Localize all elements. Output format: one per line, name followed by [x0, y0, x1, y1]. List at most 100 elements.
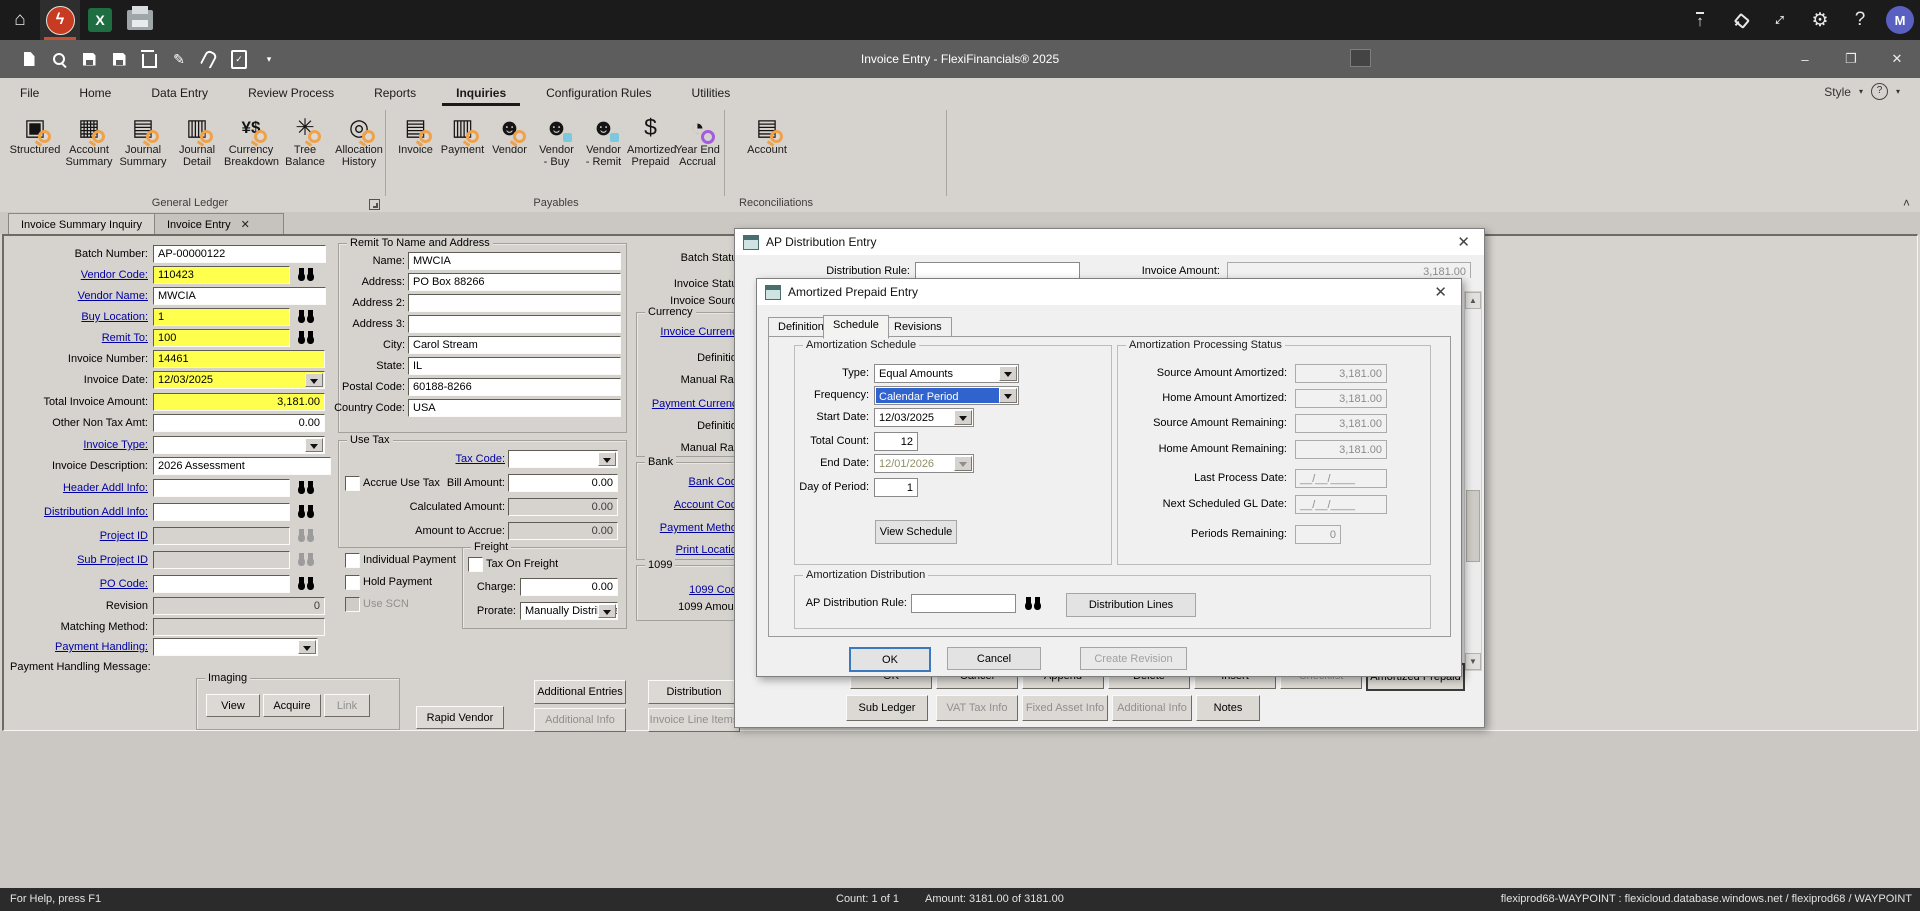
account-code-label[interactable]: Account Code: — [636, 499, 746, 512]
total-count-field[interactable]: 12 — [874, 432, 918, 451]
user-avatar[interactable]: M — [1880, 0, 1920, 40]
po-code-label[interactable]: PO Code: — [2, 578, 148, 591]
payment-currency-label[interactable]: Payment Currency: — [636, 398, 746, 411]
menu-file[interactable]: File — [6, 81, 53, 106]
dropdown-arrow[interactable] — [954, 410, 972, 425]
vendor-name-field[interactable]: MWCIA — [153, 287, 326, 305]
header-addl-info-lookup-icon[interactable] — [298, 481, 315, 494]
tab-revisions[interactable]: Revisions — [884, 317, 952, 336]
ribbon-payment[interactable]: ▥Payment — [439, 108, 486, 196]
batch-number-field[interactable]: AP-00000122 — [153, 245, 326, 263]
po-code-field[interactable] — [153, 575, 290, 593]
country-code-field[interactable]: USA — [408, 399, 621, 417]
ribbon-structured[interactable]: ▣Structured — [8, 108, 62, 196]
tax-code-label[interactable]: Tax Code: — [400, 453, 505, 466]
dropdown-arrow[interactable] — [999, 388, 1017, 403]
type-field[interactable]: Equal Amounts — [874, 364, 1019, 383]
distribution-rule-field[interactable] — [915, 262, 1080, 278]
rapid-vendor-button[interactable]: Rapid Vendor — [416, 706, 504, 729]
dropdown-arrow[interactable] — [305, 373, 323, 387]
menu-inquiries[interactable]: Inquiries — [442, 81, 520, 106]
accrue-use-tax-checkbox[interactable] — [345, 476, 360, 491]
invoice-description-field[interactable]: 2026 Assessment — [153, 457, 331, 475]
save-icon[interactable] — [77, 47, 101, 71]
tax-code-field[interactable] — [508, 450, 618, 468]
home-icon[interactable]: ⌂ — [0, 0, 40, 40]
tax-on-freight-checkbox[interactable] — [468, 557, 483, 572]
scroll-down-icon[interactable]: ▼ — [1465, 653, 1481, 670]
ribbon-amortized-prepaid[interactable]: $AmortizedPrepaid — [627, 108, 674, 196]
invoice-number-field[interactable]: 14461 — [153, 350, 325, 368]
taskbar-item-excel[interactable]: X — [80, 0, 120, 40]
taskbar-item-printer[interactable] — [120, 0, 160, 40]
payment-handling-field[interactable] — [153, 638, 318, 656]
ribbon-allocation-history[interactable]: ◎AllocationHistory — [332, 108, 386, 196]
buy-location-label[interactable]: Buy Location: — [2, 311, 148, 324]
payment-handling-label[interactable]: Payment Handling: — [2, 641, 148, 654]
sub-ledger-button[interactable]: Sub Ledger — [846, 695, 928, 721]
dropdown-arrow[interactable] — [598, 452, 616, 466]
scrollbar-thumb[interactable] — [1466, 490, 1480, 562]
tab-invoice-entry[interactable]: Invoice Entry✕ — [154, 213, 284, 235]
dropdown-arrow[interactable] — [598, 604, 616, 618]
code-1099-label[interactable]: 1099 Code: — [636, 584, 746, 597]
other-non-tax-amt-field[interactable]: 0.00 — [153, 414, 325, 432]
menu-home[interactable]: Home — [65, 81, 125, 106]
bank-code-label[interactable]: Bank Code: — [636, 476, 746, 489]
search-icon[interactable] — [47, 47, 71, 71]
ribbon-currency-breakdown[interactable]: ¥$CurrencyBreakdown — [224, 108, 278, 196]
header-addl-info-field[interactable] — [153, 479, 290, 497]
notes-button[interactable]: Notes — [1196, 695, 1260, 721]
payment-method-label[interactable]: Payment Method: — [636, 522, 746, 535]
taskbar-item-flexifinancials[interactable]: ϟ — [40, 0, 80, 40]
remit-to-lookup-icon[interactable] — [298, 331, 315, 344]
cancel-button[interactable]: Cancel — [947, 647, 1041, 670]
buy-location-field[interactable]: 1 — [153, 308, 290, 326]
ribbon-account[interactable]: ▤Account — [740, 108, 794, 196]
name-field[interactable]: MWCIA — [408, 252, 621, 270]
amort-dialog-titlebar[interactable]: Amortized Prepaid Entry ✕ — [757, 279, 1461, 305]
dropdown-arrow[interactable] — [305, 438, 323, 452]
minimize-button[interactable]: – — [1782, 40, 1828, 78]
postal-code-field[interactable]: 60188-8266 — [408, 378, 621, 396]
header-addl-info-label[interactable]: Header Addl Info: — [2, 482, 148, 495]
vendor-name-label[interactable]: Vendor Name: — [2, 290, 148, 303]
vendor-code-field[interactable]: 110423 — [153, 266, 290, 284]
unpin-icon[interactable] — [1720, 0, 1760, 40]
address-field[interactable]: PO Box 88266 — [408, 273, 621, 291]
invoice-currency-label[interactable]: Invoice Currency: — [636, 326, 746, 339]
ribbon-collapse-icon[interactable]: ˄ — [1903, 196, 1910, 210]
group-dialog-launcher-icon[interactable] — [369, 199, 380, 210]
help-circle-icon[interactable]: ? — [1871, 83, 1888, 100]
ribbon-tree-balance[interactable]: ✳TreeBalance — [278, 108, 332, 196]
charge-field[interactable]: 0.00 — [520, 578, 618, 596]
ribbon-journal-summary[interactable]: ▤JournalSummary — [116, 108, 170, 196]
imaging-view-button[interactable]: View — [206, 694, 260, 717]
menu-review-process[interactable]: Review Process — [234, 81, 348, 106]
distribution-addl-info-lookup-icon[interactable] — [298, 505, 315, 518]
ribbon-journal-detail[interactable]: ▥JournalDetail — [170, 108, 224, 196]
settings-gear-icon[interactable]: ⚙ — [1800, 0, 1840, 40]
ribbon-year-end-accrual[interactable]: ◔Year EndAccrual — [674, 108, 721, 196]
print-location-label[interactable]: Print Location: — [636, 544, 746, 557]
ap-dialog-close-icon[interactable]: ✕ — [1451, 233, 1476, 251]
distribution-lines-button[interactable]: Distribution Lines — [1066, 593, 1196, 617]
distribution-addl-info-field[interactable] — [153, 503, 290, 521]
qat-dropdown-icon[interactable]: ▾ — [257, 47, 281, 71]
edit-icon[interactable]: ✎ — [167, 47, 191, 71]
menu-configuration-rules[interactable]: Configuration Rules — [532, 81, 665, 106]
ribbon-vendor-buy[interactable]: ☻Vendor- Buy — [533, 108, 580, 196]
prorate-field[interactable]: Manually Distribute — [520, 602, 618, 620]
tab-invoice-summary-inquiry[interactable]: Invoice Summary Inquiry — [8, 213, 178, 235]
tab-schedule[interactable]: Schedule — [823, 315, 889, 339]
close-button[interactable]: ✕ — [1874, 40, 1920, 78]
bill-amount-field[interactable]: 0.00 — [508, 474, 618, 492]
menu-utilities[interactable]: Utilities — [678, 81, 745, 106]
amort-dialog-close-icon[interactable]: ✕ — [1428, 283, 1453, 301]
frequency-field[interactable]: Calendar Period — [874, 386, 1019, 405]
hold-payment-checkbox[interactable] — [345, 575, 360, 590]
project-id-label[interactable]: Project ID — [2, 530, 148, 543]
remit-to-field[interactable]: 100 — [153, 329, 290, 347]
day-of-period-field[interactable]: 1 — [874, 478, 918, 497]
vendor-code-label[interactable]: Vendor Code: — [2, 269, 148, 282]
